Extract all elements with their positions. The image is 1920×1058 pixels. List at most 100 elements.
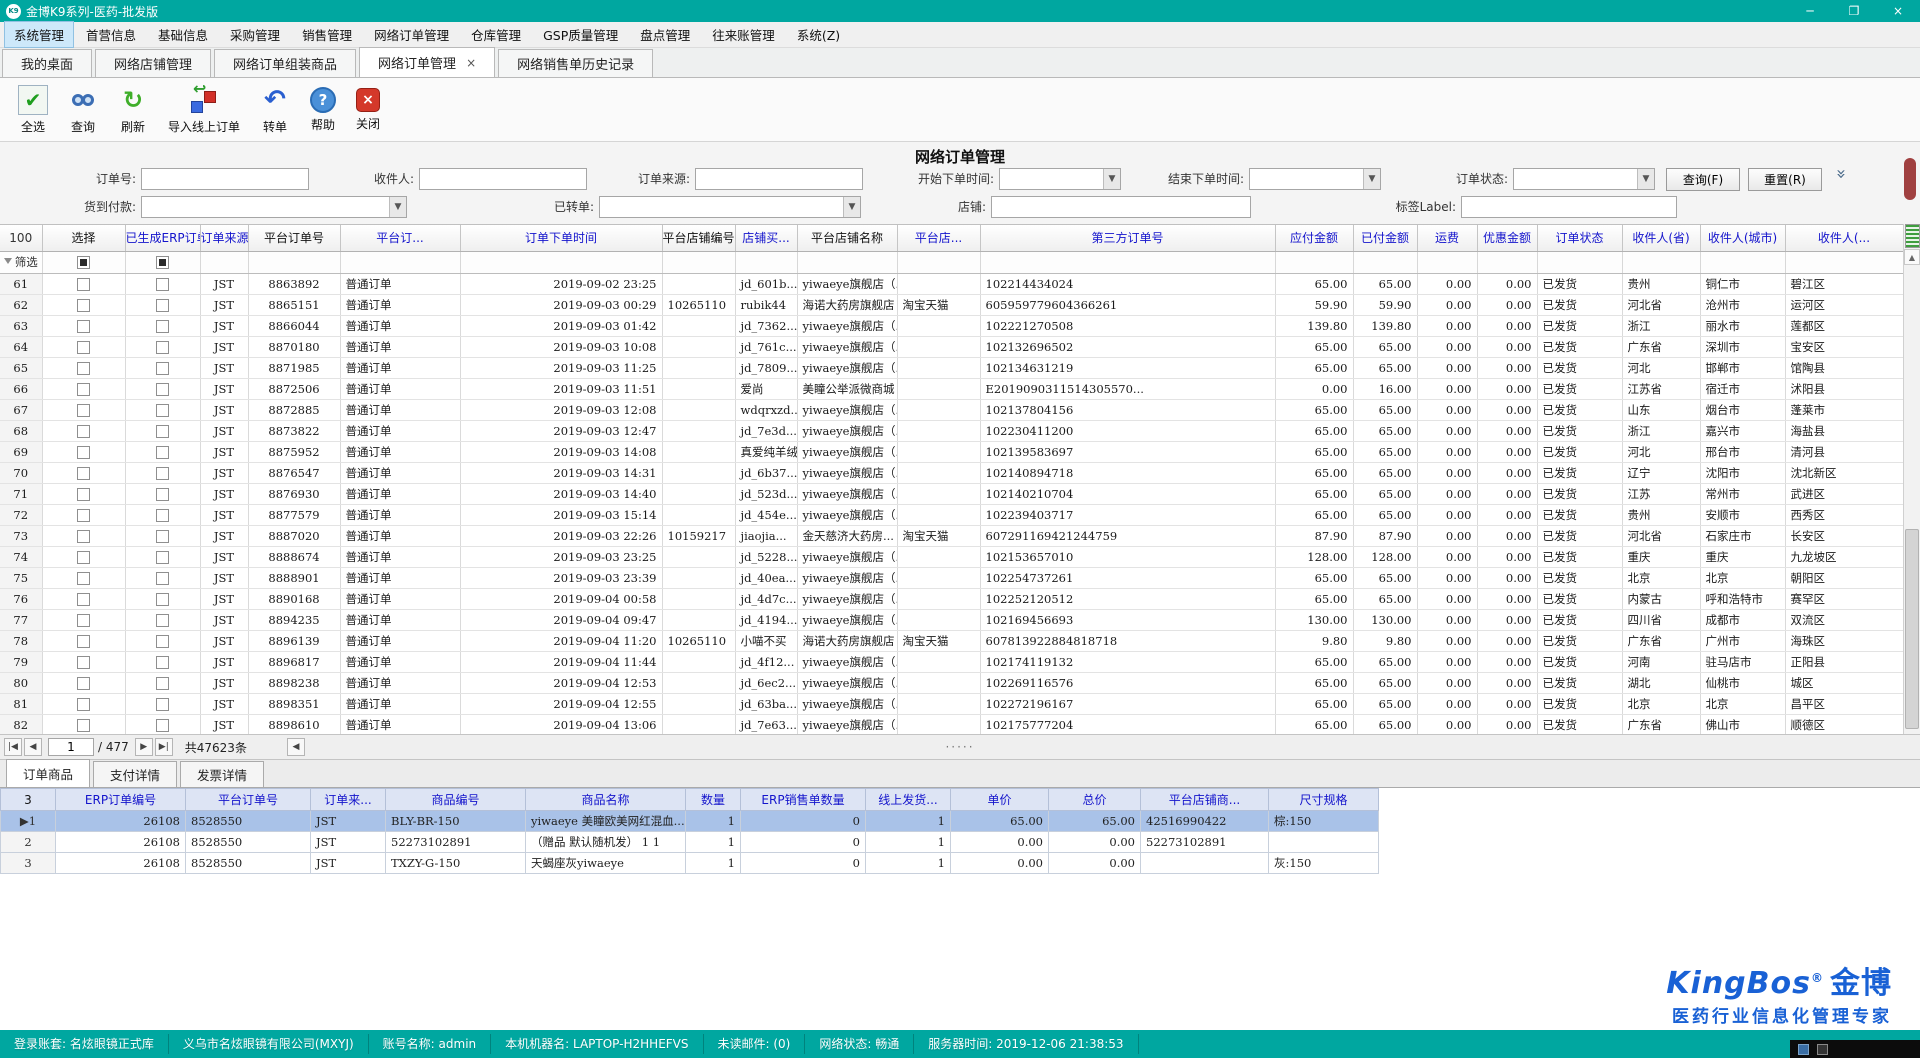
maximize-button[interactable]: ❐ [1832,0,1876,22]
detail-column-header-线上发货...[interactable]: 线上发货... [866,789,951,811]
table-row[interactable]: 80JST8898238普通订单2019-09-04 12:53jd_6ec2.… [0,672,1903,693]
column-header-店铺买...[interactable]: 店铺买... [735,225,797,251]
row-checkbox[interactable] [156,719,169,732]
column-header-优惠金额[interactable]: 优惠金额 [1477,225,1537,251]
column-header-平台店铺名称[interactable]: 平台店铺名称 [797,225,897,251]
column-header-订单来源[interactable]: 订单来源 [200,225,248,251]
detail-tab-发票详情[interactable]: 发票详情 [180,761,264,787]
tab-网络销售单历史记录[interactable]: 网络销售单历史记录 [498,49,653,77]
menu-item-仓库管理[interactable]: 仓库管理 [461,21,531,48]
table-row[interactable]: 74JST8888674普通订单2019-09-03 23:25jd_5228.… [0,546,1903,567]
menu-item-基础信息[interactable]: 基础信息 [148,21,218,48]
row-checkbox[interactable] [77,656,90,669]
row-checkbox[interactable] [77,362,90,375]
row-checkbox[interactable] [77,551,90,564]
column-header-收件人(城市)[interactable]: 收件人(城市) [1700,225,1785,251]
detail-row[interactable]: ▶1261088528550JSTBLY-BR-150yiwaeye 美瞳欧美网… [1,811,1379,832]
table-row[interactable]: 78JST8896139普通订单2019-09-04 11:2010265110… [0,630,1903,651]
row-checkbox[interactable] [77,320,90,333]
column-header-平台订...[interactable]: 平台订... [340,225,460,251]
row-checkbox[interactable] [156,467,169,480]
table-row[interactable]: 64JST8870180普通订单2019-09-03 10:08jd_761c.… [0,336,1903,357]
table-row[interactable]: 63JST8866044普通订单2019-09-03 01:42jd_7362.… [0,315,1903,336]
table-row[interactable]: 75JST8888901普通订单2019-09-03 23:39jd_40ea.… [0,567,1903,588]
last-page-button[interactable]: ▶| [155,738,173,756]
row-checkbox[interactable] [156,677,169,690]
column-header-收件人(...[interactable]: 收件人(... [1785,225,1903,251]
shop-input[interactable] [991,196,1251,218]
panel-scrollbar-thumb[interactable] [1904,158,1916,200]
grid-scrollbar[interactable]: ▲ [1903,224,1920,734]
start-time-select[interactable]: ▼ [999,168,1121,190]
reset-button[interactable]: 重置(R) [1748,168,1822,191]
column-header-第三方订单号[interactable]: 第三方订单号 [980,225,1275,251]
row-checkbox[interactable] [156,320,169,333]
collapse-filter-icon[interactable]: » [1831,169,1851,179]
menu-item-采购管理[interactable]: 采购管理 [220,21,290,48]
column-header-平台店铺编号[interactable]: 平台店铺编号 [662,225,735,251]
row-checkbox[interactable] [156,572,169,585]
query-button[interactable]: 查询(F) [1666,168,1740,191]
tab-网络店铺管理[interactable]: 网络店铺管理 [95,49,211,77]
table-row[interactable]: 62JST8865151普通订单2019-09-03 00:2910265110… [0,294,1903,315]
row-checkbox[interactable] [77,446,90,459]
row-checkbox[interactable] [77,677,90,690]
column-filter-checkbox[interactable] [77,256,90,269]
table-row[interactable]: 72JST8877579普通订单2019-09-03 15:14jd_454e.… [0,504,1903,525]
row-checkbox[interactable] [156,299,169,312]
table-row[interactable]: 61JST8863892普通订单2019-09-02 23:25jd_601b.… [0,273,1903,294]
menu-item-往来账管理[interactable]: 往来账管理 [702,21,785,48]
tab-网络订单组装商品[interactable]: 网络订单组装商品 [214,49,356,77]
column-header-已付金额[interactable]: 已付金额 [1353,225,1417,251]
table-row[interactable]: 71JST8876930普通订单2019-09-03 14:40jd_523d.… [0,483,1903,504]
menu-item-首营信息[interactable]: 首营信息 [76,21,146,48]
column-header-订单状态[interactable]: 订单状态 [1537,225,1622,251]
cod-select[interactable]: ▼ [141,196,407,218]
end-time-select[interactable]: ▼ [1249,168,1381,190]
row-checkbox[interactable] [77,278,90,291]
table-row[interactable]: 81JST8898351普通订单2019-09-04 12:55jd_63ba.… [0,693,1903,714]
menu-item-网络订单管理[interactable]: 网络订单管理 [364,21,459,48]
scrollbar-thumb[interactable] [1905,529,1919,729]
toolbar-全选-button[interactable]: ✔全选 [8,83,58,137]
order-no-input[interactable] [141,168,309,190]
row-checkbox[interactable] [156,551,169,564]
row-checkbox[interactable] [156,341,169,354]
receiver-input[interactable] [419,168,587,190]
toolbar-查询-button[interactable]: 查询 [58,83,108,137]
minimize-button[interactable]: ─ [1788,0,1832,22]
menu-item-销售管理[interactable]: 销售管理 [292,21,362,48]
row-checkbox[interactable] [156,635,169,648]
detail-column-header-订单来...[interactable]: 订单来... [311,789,386,811]
detail-column-header-尺寸规格[interactable]: 尺寸规格 [1269,789,1379,811]
toolbar-关闭-button[interactable]: ×关闭 [346,86,390,134]
detail-column-header-平台店铺商...[interactable]: 平台店铺商... [1141,789,1269,811]
menu-item-系统管理[interactable]: 系统管理 [4,21,74,48]
first-page-button[interactable]: |◀ [4,738,22,756]
detail-column-header-单价[interactable]: 单价 [951,789,1049,811]
row-checkbox[interactable] [77,698,90,711]
row-checkbox[interactable] [156,698,169,711]
row-checkbox[interactable] [77,719,90,732]
tray-window-icon[interactable] [1798,1044,1809,1055]
row-checkbox[interactable] [77,404,90,417]
column-header-运费[interactable]: 运费 [1417,225,1477,251]
prev-page-button[interactable]: ◀ [24,738,42,756]
row-checkbox[interactable] [77,593,90,606]
next-page-button[interactable]: ▶ [135,738,153,756]
row-checkbox[interactable] [77,530,90,543]
row-checkbox[interactable] [77,572,90,585]
order-status-select[interactable]: ▼ [1513,168,1655,190]
row-checkbox[interactable] [156,383,169,396]
detail-column-header-ERP销售单数量[interactable]: ERP销售单数量 [741,789,866,811]
row-checkbox[interactable] [77,467,90,480]
column-header-应付金额[interactable]: 应付金额 [1275,225,1353,251]
row-checkbox[interactable] [156,404,169,417]
row-checkbox[interactable] [156,425,169,438]
table-row[interactable]: 70JST8876547普通订单2019-09-03 14:31jd_6b37.… [0,462,1903,483]
row-checkbox[interactable] [77,635,90,648]
table-row[interactable]: 82JST8898610普通订单2019-09-04 13:06jd_7e63.… [0,714,1903,734]
table-row[interactable]: 69JST8875952普通订单2019-09-03 14:08真爱纯羊绒yiw… [0,441,1903,462]
table-row[interactable]: 66JST8872506普通订单2019-09-03 11:51爱尚美瞳公举派微… [0,378,1903,399]
table-row[interactable]: 77JST8894235普通订单2019-09-04 09:47jd_4194.… [0,609,1903,630]
